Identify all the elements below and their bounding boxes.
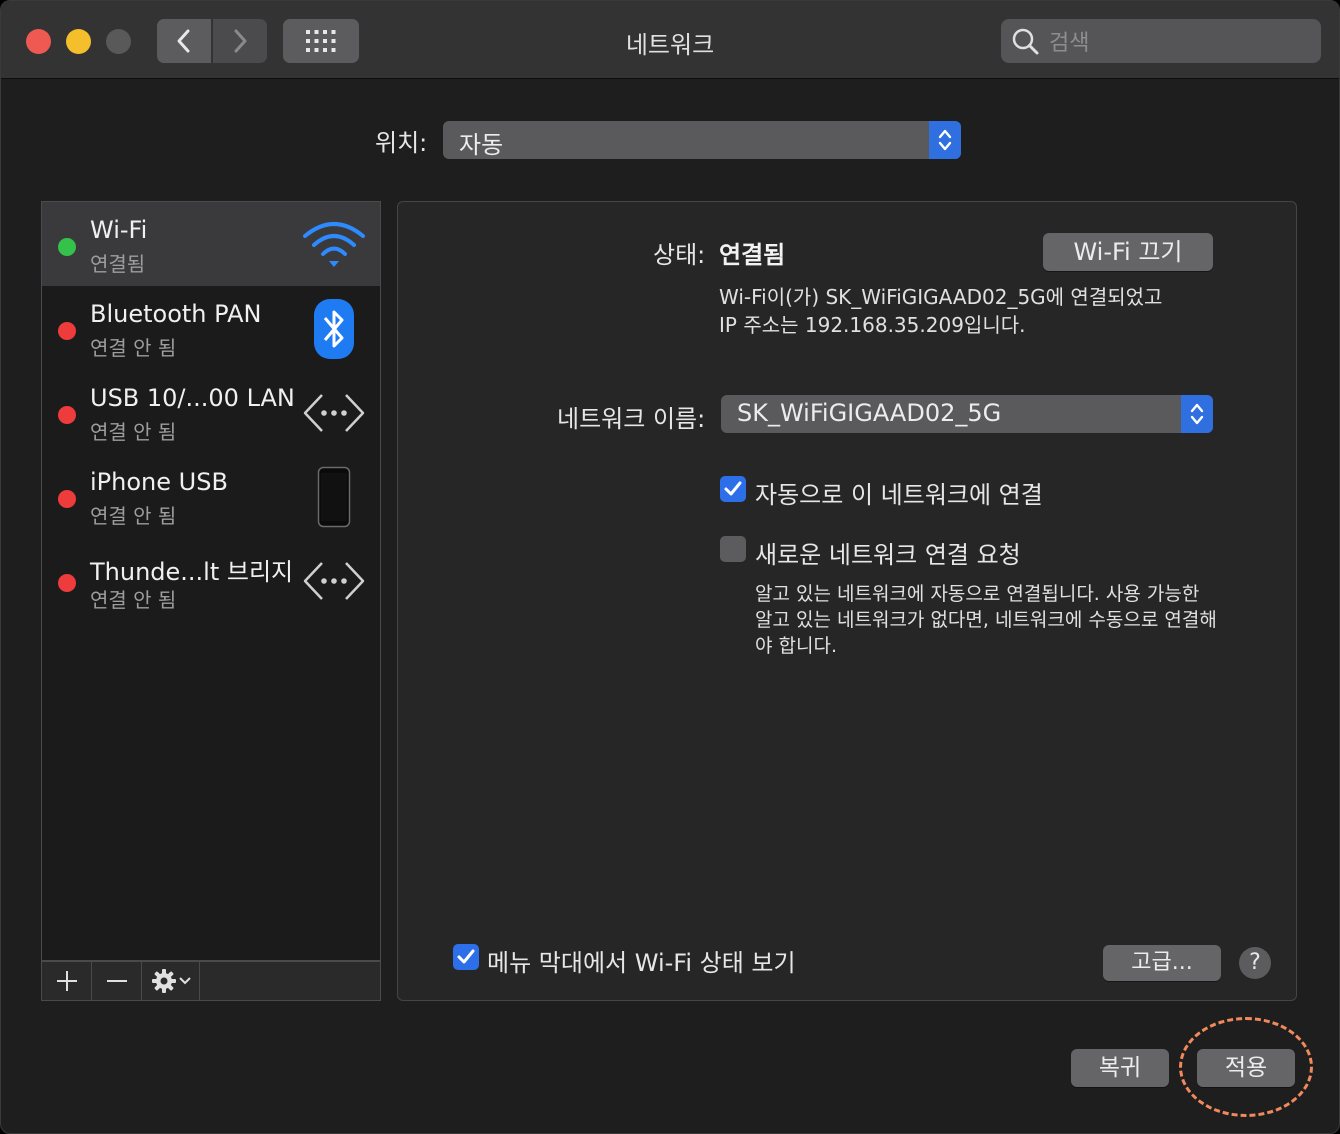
network-name-popup[interactable]: SK_WiFiGIGAAD02_5G — [721, 395, 1213, 433]
service-status: 연결 안 됨 — [90, 504, 177, 528]
action-menu-button[interactable] — [142, 962, 200, 1000]
ask-join-checkbox[interactable] — [720, 536, 746, 562]
service-name: Bluetooth PAN — [90, 300, 262, 328]
service-item-bluetooth-pan[interactable]: Bluetooth PAN 연결 안 됨 — [42, 286, 380, 370]
service-item-thunderbolt-bridge[interactable]: Thunde...lt 브리지 연결 안 됨 — [42, 538, 380, 622]
status-dot — [58, 322, 76, 340]
help-button[interactable]: ? — [1239, 947, 1271, 979]
chevron-down-icon — [178, 977, 191, 985]
ask-join-label[interactable]: 새로운 네트워크 연결 요청 — [755, 535, 1021, 570]
auto-join-checkbox[interactable] — [720, 476, 746, 502]
add-service-button[interactable] — [42, 962, 92, 1000]
network-name-value: SK_WiFiGIGAAD02_5G — [737, 399, 1002, 427]
ethernet-icon — [302, 382, 366, 444]
status-dot — [58, 406, 76, 424]
location-value: 자동 — [459, 131, 504, 159]
search-field[interactable]: 검색 — [1001, 19, 1321, 63]
remove-service-button[interactable] — [92, 962, 142, 1000]
bluetooth-icon — [302, 298, 366, 360]
status-label: 상태: — [653, 241, 706, 269]
service-name: USB 10/...00 LAN — [90, 384, 295, 412]
apply-highlight-annotation — [1179, 1017, 1313, 1117]
plus-icon — [56, 971, 77, 991]
service-name: iPhone USB — [90, 468, 228, 496]
status-value: 연결됨 — [719, 241, 786, 269]
show-in-menu-bar-label[interactable]: 메뉴 막대에서 Wi-Fi 상태 보기 — [487, 943, 796, 978]
service-list-toolbar — [41, 961, 381, 1001]
titlebar: 네트워크 검색 — [1, 1, 1339, 79]
revert-button[interactable]: 복귀 — [1071, 1049, 1169, 1087]
auto-join-label[interactable]: 자동으로 이 네트워크에 연결 — [755, 475, 1043, 510]
wifi-off-button[interactable]: Wi-Fi 끄기 — [1043, 233, 1213, 271]
checkmark-icon — [457, 949, 475, 964]
service-list: Wi-Fi 연결됨 Bluetooth PAN 연결 안 됨 USB 10/..… — [41, 201, 381, 961]
minus-icon — [106, 980, 127, 982]
search-placeholder: 검색 — [1049, 31, 1090, 56]
location-label: 위치: — [375, 129, 428, 157]
status-dot — [58, 574, 76, 592]
service-name: Thunde...lt 브리지 — [90, 558, 294, 586]
show-in-menu-bar-checkbox[interactable] — [453, 944, 479, 970]
ethernet-icon — [302, 550, 366, 612]
checkmark-icon — [724, 481, 742, 496]
service-name: Wi-Fi — [90, 216, 148, 244]
service-item-wifi[interactable]: Wi-Fi 연결됨 — [42, 202, 380, 286]
service-status: 연결 안 됨 — [90, 588, 177, 612]
service-status: 연결 안 됨 — [90, 420, 177, 444]
status-description-line-1: Wi-Fi이(가) SK_WiFiGIGAAD02_5G에 연결되었고 — [719, 285, 1163, 309]
service-status: 연결 안 됨 — [90, 336, 177, 360]
status-dot — [58, 238, 76, 256]
popup-arrows-icon — [1181, 395, 1213, 433]
gear-icon — [151, 969, 176, 993]
location-popup[interactable]: 자동 — [443, 121, 961, 159]
ask-join-description-line-1: 알고 있는 네트워크에 자동으로 연결됩니다. 사용 가능한 — [755, 583, 1200, 605]
network-name-label: 네트워크 이름: — [557, 405, 706, 433]
status-description-line-2: IP 주소는 192.168.35.209입니다. — [719, 313, 1026, 337]
popup-arrows-icon — [929, 121, 961, 159]
advanced-button[interactable]: 고급... — [1103, 945, 1221, 981]
iphone-icon — [302, 466, 366, 528]
search-icon — [1012, 28, 1039, 55]
wifi-icon — [302, 214, 366, 276]
ask-join-description-line-2: 알고 있는 네트워크가 없다면, 네트워크에 수동으로 연결해 — [755, 609, 1217, 631]
service-item-iphone-usb[interactable]: iPhone USB 연결 안 됨 — [42, 454, 380, 538]
status-dot — [58, 490, 76, 508]
service-status: 연결됨 — [90, 252, 146, 276]
ask-join-description-line-3: 야 합니다. — [755, 635, 837, 657]
network-preferences-window: 네트워크 검색 위치: 자동 Wi-Fi 연결됨 Bluetooth PAN 연… — [0, 0, 1340, 1134]
service-item-usb-lan[interactable]: USB 10/...00 LAN 연결 안 됨 — [42, 370, 380, 454]
